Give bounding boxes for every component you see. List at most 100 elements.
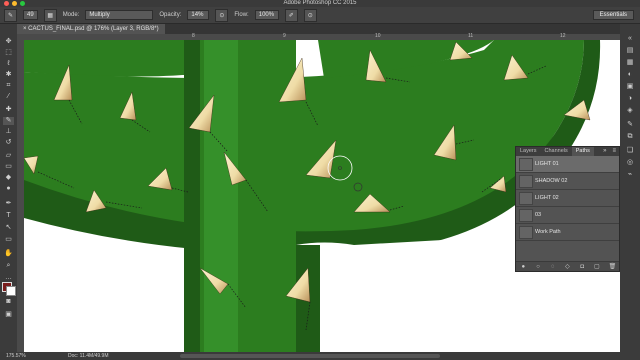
tab-channels[interactable]: Channels (541, 147, 572, 156)
pressure-size-icon[interactable]: ⊙ (303, 8, 317, 22)
airbrush-icon[interactable]: ✐ (284, 8, 298, 22)
eyedropper-icon[interactable]: ⁄ (3, 93, 14, 101)
brush-icon[interactable]: ✎ (3, 117, 14, 125)
cactus-trunk-highlight (204, 40, 238, 352)
path-thumbnail (519, 175, 533, 188)
ruler-tick: 8 (192, 33, 195, 39)
screen-mode-icon[interactable]: ▣ (3, 311, 14, 319)
styles-panel-icon[interactable]: ◈ (625, 106, 635, 115)
cactus-trunk (184, 40, 296, 352)
path-row-shadow-02[interactable]: SHADOW 02 (516, 173, 619, 190)
dodge-icon[interactable]: ● (3, 185, 14, 193)
opacity-label: Opacity: (159, 12, 182, 18)
quick-select-icon[interactable]: ✱ (3, 71, 14, 79)
app-title: Adobe Photoshop CC 2015 (283, 0, 357, 6)
color-panel-icon[interactable]: ◐ (625, 70, 635, 79)
brush-tool-preset-icon[interactable]: ✎ (4, 8, 17, 22)
panel-tabs: Layers Channels Paths » ≡ (516, 147, 619, 156)
load-selection-icon[interactable]: ◌ (550, 264, 556, 270)
clone-source-icon[interactable]: ⧉ (625, 132, 635, 141)
more-tools-icon[interactable]: … (3, 274, 14, 282)
stroke-path-icon[interactable]: ○ (535, 264, 541, 270)
ruler-tick: 12 (560, 33, 566, 39)
horizontal-scrollbar[interactable] (180, 354, 440, 358)
path-name: 03 (535, 212, 542, 218)
panel-icon-strip: « ▤ ▦ ◐ ▣ ◑ ◈ ✎ ⧉ ❏ ◎ ⌁ (620, 24, 640, 360)
background-color-swatch[interactable] (6, 286, 16, 296)
tab-paths[interactable]: Paths (571, 147, 594, 156)
properties-panel-icon[interactable]: ▦ (625, 58, 635, 67)
doc-size-info: Doc: 11.4M/49.9M (68, 353, 109, 359)
type-icon[interactable]: T (3, 212, 14, 220)
flow-label: Flow: (234, 12, 249, 18)
fill-path-icon[interactable]: ● (520, 264, 526, 270)
path-thumbnail (519, 192, 533, 205)
path-name: Work Path (535, 229, 561, 235)
gradient-icon[interactable]: ▭ (3, 163, 14, 171)
panel-menu-icon[interactable]: ≡ (609, 147, 619, 156)
layers-panel-icon[interactable]: ❏ (625, 146, 635, 155)
path-thumbnail (519, 209, 533, 222)
path-name: LIGHT 02 (535, 195, 559, 201)
make-work-path-icon[interactable]: ◇ (564, 264, 570, 270)
quick-mask-icon[interactable]: ◙ (3, 298, 14, 306)
path-select-icon[interactable]: ↖ (3, 224, 14, 232)
brush-presets-icon[interactable]: ✎ (625, 120, 635, 129)
zoom-icon[interactable]: ⌕ (3, 262, 14, 270)
path-name: LIGHT 01 (535, 161, 559, 167)
swatches-panel-icon[interactable]: ▣ (625, 82, 635, 91)
stamp-icon[interactable]: ⊥ (3, 128, 14, 136)
tools-panel: ✥ ⬚ ℓ ✱ ⌗ ⁄ ✚ ✎ ⊥ ↺ ▱ ▭ ◆ ● ✒ T ↖ ▭ ✋ ⌕ … (0, 24, 17, 360)
ruler-tick: 10 (375, 33, 381, 39)
path-name: SHADOW 02 (535, 178, 568, 184)
mode-select[interactable]: Multiply (85, 10, 154, 20)
delete-path-icon[interactable]: 🗑 (609, 264, 617, 270)
status-bar: 175.57% Doc: 11.4M/49.9M (0, 352, 620, 360)
eraser-icon[interactable]: ▱ (3, 152, 14, 160)
cactus-arm-left-top (24, 40, 194, 77)
path-row-work-path[interactable]: Work Path (516, 224, 619, 241)
marquee-icon[interactable]: ⬚ (3, 49, 14, 57)
panel-footer: ● ○ ◌ ◇ ◘ ▢ 🗑 (516, 261, 619, 271)
left-ruler (17, 40, 24, 352)
pressure-opacity-icon[interactable]: ⊙ (215, 8, 229, 22)
title-bar: Adobe Photoshop CC 2015 (0, 0, 640, 7)
blur-icon[interactable]: ◆ (3, 174, 14, 182)
move-icon[interactable]: ✥ (3, 38, 14, 46)
shape-icon[interactable]: ▭ (3, 236, 14, 244)
flow-field[interactable]: 100% (254, 10, 279, 20)
adjustments-panel-icon[interactable]: ◑ (625, 94, 635, 103)
brush-size-field[interactable]: 49 (23, 10, 38, 20)
new-path-icon[interactable]: ▢ (594, 264, 600, 270)
options-bar: ✎ 49 ▦ Mode: Multiply Opacity: 14% ⊙ Flo… (0, 7, 640, 24)
document-tab-bar: × CACTUS_FINAL.psd @ 176% (Layer 3, RGB/… (17, 24, 620, 34)
path-thumbnail (519, 226, 533, 239)
panel-collapse-icon[interactable]: » (600, 147, 609, 156)
lasso-icon[interactable]: ℓ (3, 60, 14, 68)
cactus-trunk-shadow (184, 40, 200, 352)
path-row-light-01[interactable]: LIGHT 01 (516, 156, 619, 173)
brush-panel-icon[interactable]: ▦ (43, 8, 57, 22)
crop-icon[interactable]: ⌗ (3, 82, 14, 90)
ruler-tick: 11 (468, 33, 474, 39)
paths-panel-icon[interactable]: ⌁ (625, 170, 635, 179)
zoom-level[interactable]: 175.57% (6, 353, 26, 359)
healing-icon[interactable]: ✚ (3, 106, 14, 114)
workspace-switcher[interactable]: Essentials (592, 10, 634, 20)
tab-layers[interactable]: Layers (516, 147, 541, 156)
document-tab-label: CACTUS_FINAL.psd @ 176% (Layer 3, RGB/8*… (28, 26, 159, 32)
history-brush-icon[interactable]: ↺ (3, 139, 14, 147)
path-row-03[interactable]: 03 (516, 207, 619, 224)
pen-icon[interactable]: ✒ (3, 200, 14, 208)
opacity-field[interactable]: 14% (187, 10, 210, 20)
path-thumbnail (519, 158, 533, 171)
add-mask-icon[interactable]: ◘ (579, 264, 585, 270)
path-row-light-02[interactable]: LIGHT 02 (516, 190, 619, 207)
collapse-panels-icon[interactable]: « (625, 34, 635, 43)
history-panel-icon[interactable]: ▤ (625, 46, 635, 55)
document-tab[interactable]: × CACTUS_FINAL.psd @ 176% (Layer 3, RGB/… (17, 24, 165, 34)
ruler-tick: 9 (283, 33, 286, 39)
mode-label: Mode: (62, 12, 80, 18)
channels-panel-icon[interactable]: ◎ (625, 158, 635, 167)
hand-icon[interactable]: ✋ (3, 250, 14, 258)
